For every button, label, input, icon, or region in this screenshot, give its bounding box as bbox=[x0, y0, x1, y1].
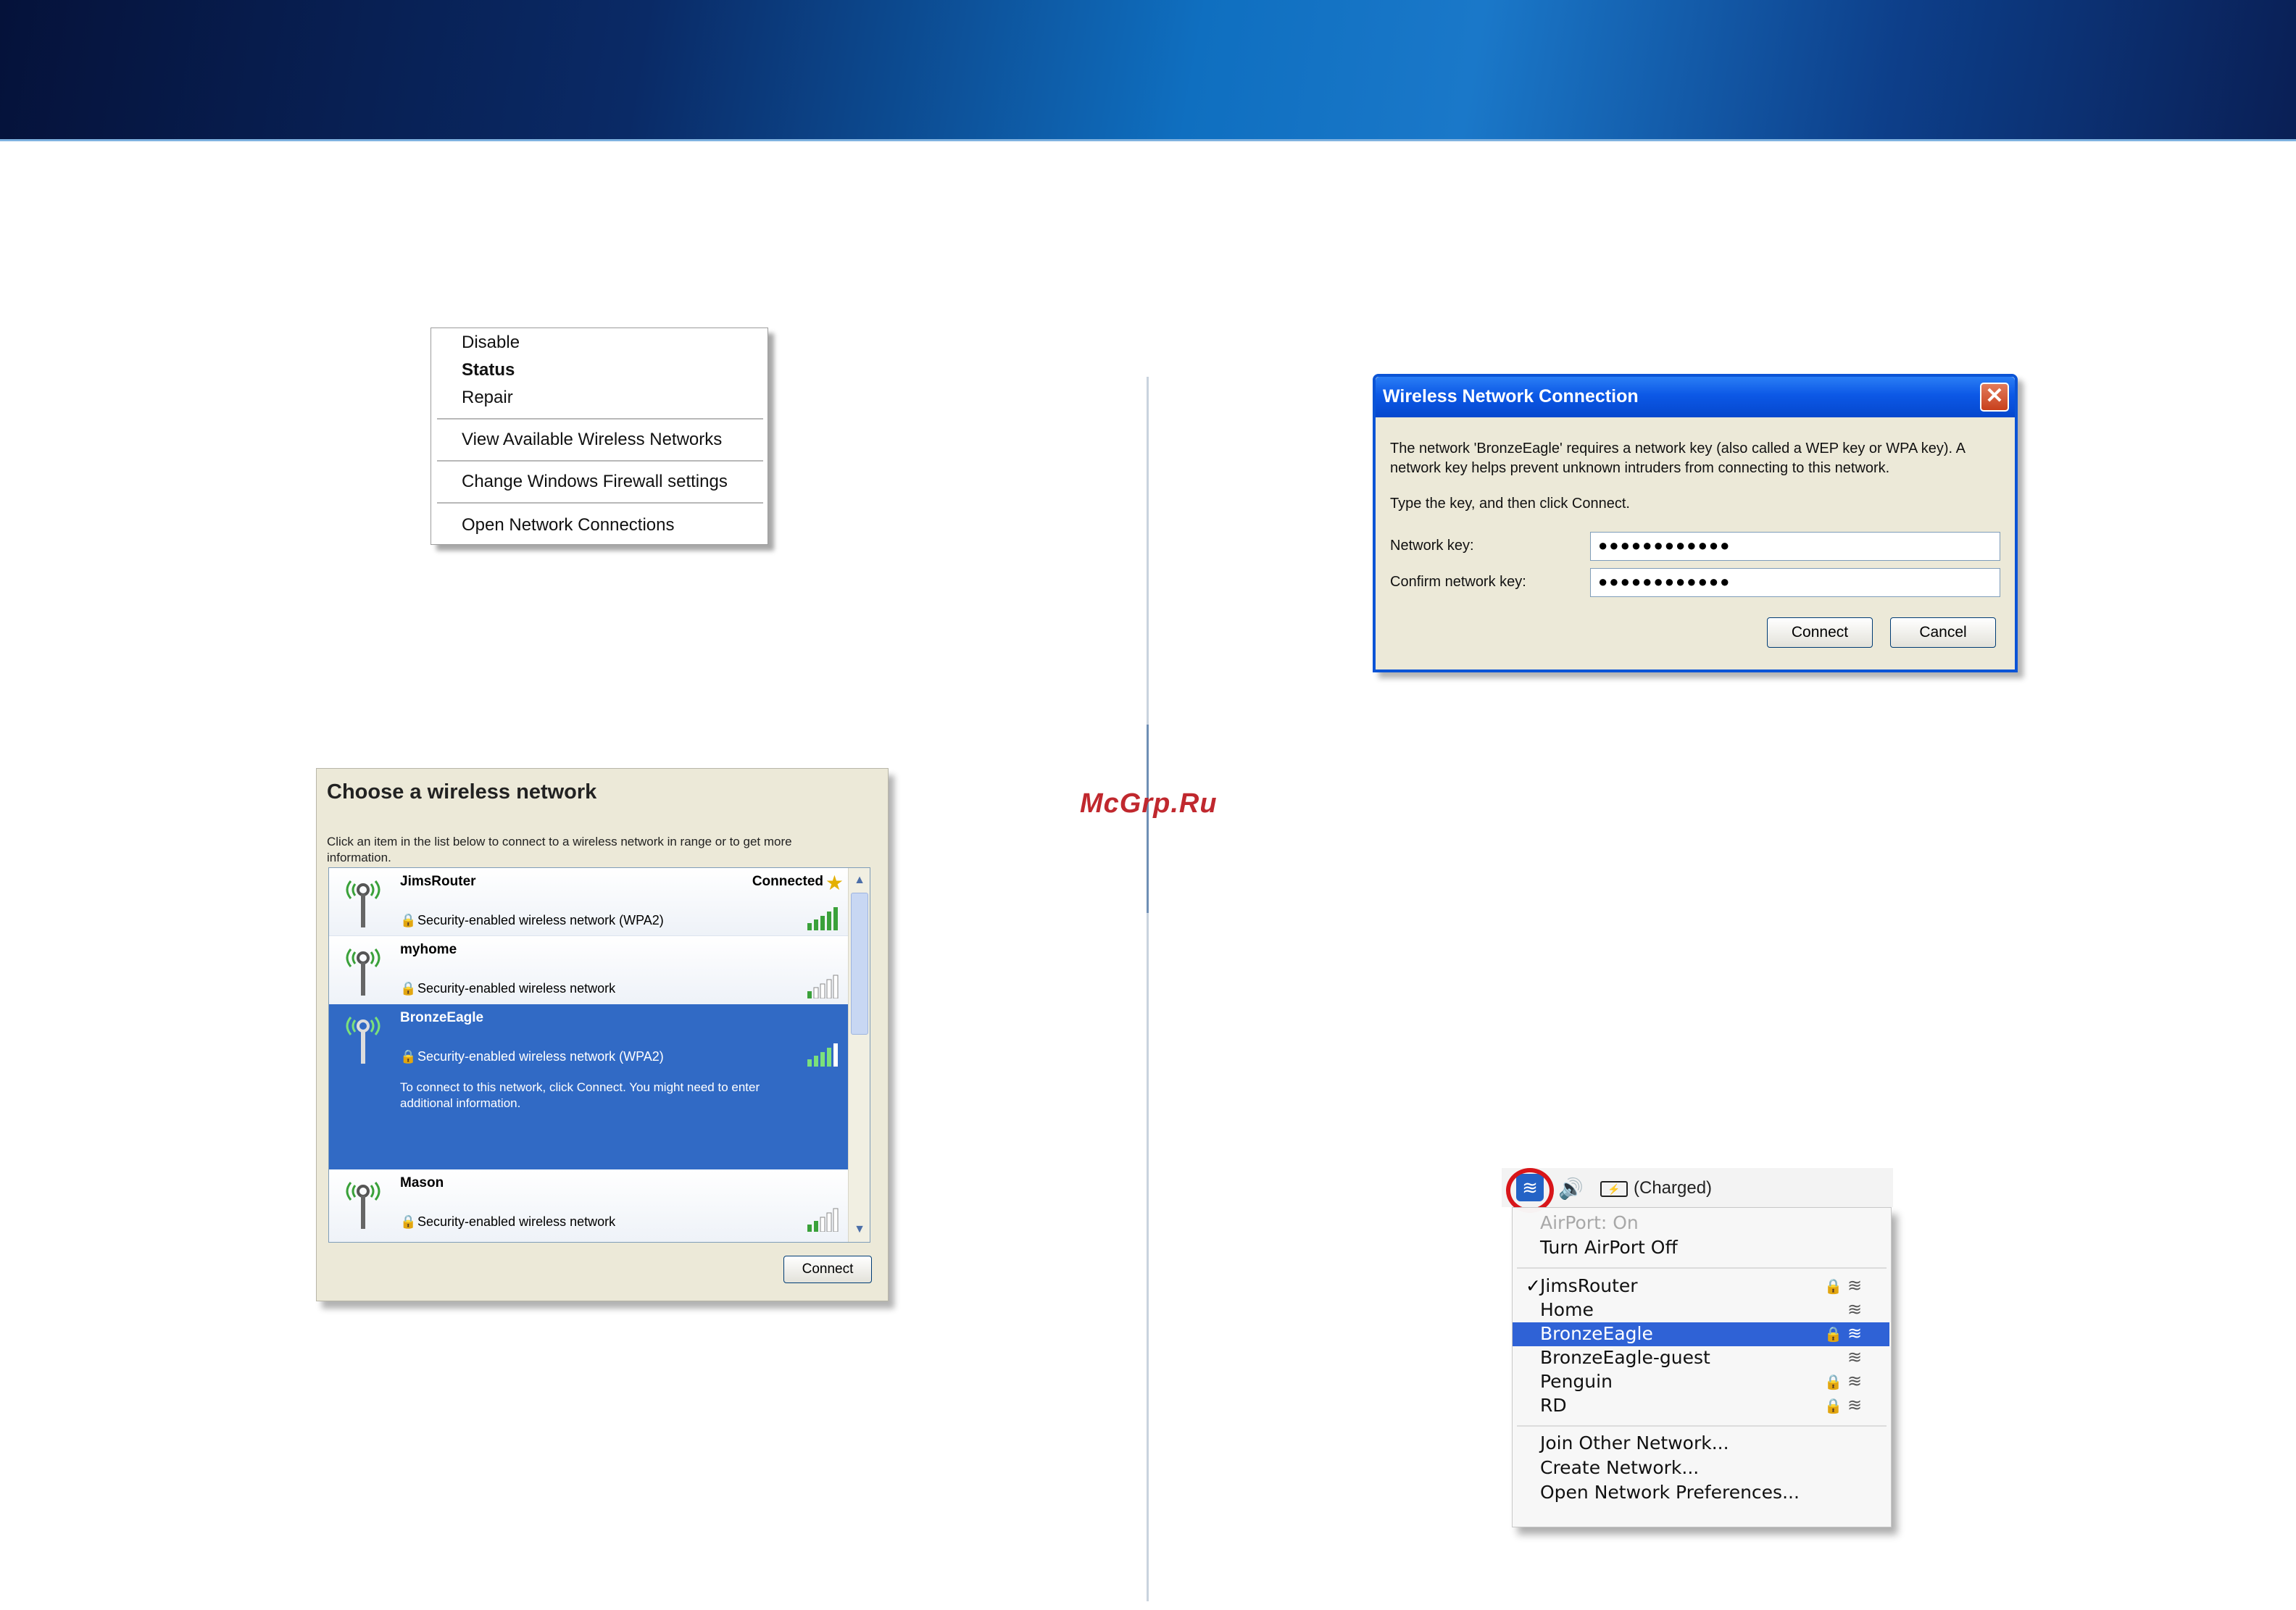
scroll-up-icon[interactable]: ▲ bbox=[852, 872, 868, 888]
network-name: Mason bbox=[400, 1175, 444, 1190]
network-item-bronzeeagle[interactable]: BronzeEagle 🔒Security-enabled wireless n… bbox=[329, 1004, 848, 1169]
network-key-label: Network key: bbox=[1390, 538, 1474, 554]
wifi-signal-icon: ≋ bbox=[1847, 1371, 1863, 1391]
airport-menu: AirPort: On Turn AirPort Off ✓ JimsRoute… bbox=[1512, 1207, 1892, 1527]
network-name: JimsRouter bbox=[1540, 1275, 1638, 1296]
watermark: McGrp.Ru bbox=[1080, 788, 1218, 819]
column-divider bbox=[1147, 377, 1149, 1601]
network-item-myhome[interactable]: myhome 🔒Security-enabled wireless networ… bbox=[329, 936, 848, 1004]
dialog-instruction: Type the key, and then click Connect. bbox=[1390, 496, 1630, 512]
signal-strength-icon bbox=[807, 907, 838, 930]
wifi-signal-icon: ≋ bbox=[1847, 1323, 1863, 1343]
join-other-network[interactable]: Join Other Network... bbox=[1540, 1432, 1729, 1453]
header-banner bbox=[0, 0, 2296, 141]
wireless-antenna-icon bbox=[346, 880, 380, 927]
signal-strength-icon bbox=[807, 1043, 838, 1067]
battery-icon[interactable]: ⚡ bbox=[1600, 1181, 1628, 1197]
menu-separator bbox=[1517, 1425, 1887, 1427]
menu-item-view-wireless[interactable]: View Available Wireless Networks bbox=[462, 430, 722, 450]
network-list: JimsRouter Connected ★ 🔒Security-enabled… bbox=[328, 867, 870, 1243]
dialog-message: The network 'BronzeEagle' requires a net… bbox=[1390, 441, 1965, 476]
lock-icon: 🔒 bbox=[400, 913, 417, 927]
network-name: Home bbox=[1540, 1299, 1594, 1320]
network-context-menu: Disable Status Repair View Available Wir… bbox=[430, 328, 768, 545]
network-name: BronzeEagle bbox=[400, 1010, 484, 1025]
turn-airport-off[interactable]: Turn AirPort Off bbox=[1540, 1237, 1678, 1258]
menu-item-disable[interactable]: Disable bbox=[462, 333, 520, 353]
mac-network-rd[interactable]: RD 🔒 ≋ bbox=[1513, 1394, 1889, 1418]
menu-separator bbox=[1517, 1267, 1887, 1269]
battery-status: (Charged) bbox=[1634, 1178, 1713, 1198]
lock-icon: 🔒 bbox=[400, 1049, 417, 1064]
menu-item-firewall[interactable]: Change Windows Firewall settings bbox=[462, 472, 728, 492]
window-title: Choose a wireless network bbox=[327, 780, 597, 804]
security-text: 🔒Security-enabled wireless network bbox=[400, 981, 616, 996]
airport-status: AirPort: On bbox=[1540, 1212, 1639, 1233]
network-name: BronzeEagle-guest bbox=[1540, 1347, 1710, 1368]
wifi-signal-icon: ≋ bbox=[1847, 1299, 1863, 1319]
security-text: 🔒Security-enabled wireless network bbox=[400, 1214, 616, 1229]
lock-icon: 🔒 bbox=[1824, 1277, 1842, 1295]
choose-network-window: Choose a wireless network Click an item … bbox=[316, 768, 889, 1301]
lock-icon: 🔒 bbox=[1824, 1373, 1842, 1390]
wireless-antenna-icon bbox=[346, 1017, 380, 1064]
wifi-signal-icon: ≋ bbox=[1847, 1275, 1863, 1296]
banner-divider bbox=[0, 139, 2296, 141]
menu-separator bbox=[437, 460, 763, 462]
connect-button[interactable]: Connect bbox=[1767, 617, 1873, 648]
network-connect-hint: To connect to this network, click Connec… bbox=[400, 1080, 760, 1110]
volume-icon[interactable]: 🔊 bbox=[1558, 1177, 1584, 1201]
mac-network-penguin[interactable]: Penguin 🔒 ≋ bbox=[1513, 1370, 1889, 1394]
menu-separator bbox=[437, 502, 763, 504]
menu-item-repair[interactable]: Repair bbox=[462, 388, 513, 408]
connect-button[interactable]: Connect bbox=[783, 1256, 872, 1283]
dialog-titlebar: Wireless Network Connection ✕ bbox=[1376, 377, 2015, 417]
wireless-antenna-icon bbox=[346, 948, 380, 996]
confirm-key-label: Confirm network key: bbox=[1390, 574, 1526, 590]
network-name: JimsRouter bbox=[400, 874, 476, 889]
security-text: 🔒Security-enabled wireless network (WPA2… bbox=[400, 1049, 664, 1064]
signal-strength-icon bbox=[807, 1208, 839, 1232]
mac-network-jimsrouter[interactable]: ✓ JimsRouter 🔒 ≋ bbox=[1513, 1275, 1889, 1298]
open-network-preferences[interactable]: Open Network Preferences... bbox=[1540, 1482, 1800, 1503]
lock-icon: 🔒 bbox=[1824, 1325, 1842, 1343]
mac-network-home[interactable]: Home ≋ bbox=[1513, 1298, 1889, 1322]
signal-strength-icon bbox=[807, 975, 839, 998]
check-icon: ✓ bbox=[1526, 1275, 1541, 1296]
scroll-thumb[interactable] bbox=[851, 893, 868, 1035]
wireless-key-dialog: Wireless Network Connection ✕ The networ… bbox=[1373, 374, 2018, 672]
menu-separator bbox=[437, 418, 763, 420]
star-icon: ★ bbox=[825, 872, 844, 894]
wifi-signal-icon: ≋ bbox=[1847, 1347, 1863, 1367]
network-name: Penguin bbox=[1540, 1371, 1613, 1392]
window-description: Click an item in the list below to conne… bbox=[327, 835, 792, 864]
menu-item-open-connections[interactable]: Open Network Connections bbox=[462, 515, 674, 535]
dialog-title: Wireless Network Connection bbox=[1383, 386, 1639, 406]
connection-status: Connected bbox=[752, 874, 823, 889]
create-network[interactable]: Create Network... bbox=[1540, 1457, 1699, 1478]
network-name: myhome bbox=[400, 942, 457, 957]
network-item-mason[interactable]: Mason 🔒Security-enabled wireless network bbox=[329, 1169, 848, 1242]
lock-icon: 🔒 bbox=[400, 981, 417, 996]
close-icon[interactable]: ✕ bbox=[1980, 383, 2009, 412]
confirm-key-field[interactable]: ●●●●●●●●●●●● bbox=[1590, 568, 2000, 597]
wifi-signal-icon: ≋ bbox=[1847, 1395, 1863, 1415]
mac-network-bronzeeagle[interactable]: BronzeEagle 🔒 ≋ bbox=[1513, 1322, 1889, 1346]
network-name: RD bbox=[1540, 1395, 1567, 1416]
network-name: BronzeEagle bbox=[1540, 1323, 1653, 1344]
menu-item-status[interactable]: Status bbox=[462, 360, 515, 380]
cancel-button[interactable]: Cancel bbox=[1890, 617, 1996, 648]
security-text: 🔒Security-enabled wireless network (WPA2… bbox=[400, 913, 664, 927]
wireless-antenna-icon bbox=[346, 1182, 380, 1229]
scroll-down-icon[interactable]: ▼ bbox=[852, 1222, 868, 1238]
highlight-circle bbox=[1506, 1168, 1554, 1213]
network-key-field[interactable]: ●●●●●●●●●●●● bbox=[1590, 532, 2000, 561]
lock-icon: 🔒 bbox=[1824, 1397, 1842, 1414]
network-item-jimsrouter[interactable]: JimsRouter Connected ★ 🔒Security-enabled… bbox=[329, 868, 848, 936]
lock-icon: 🔒 bbox=[400, 1214, 417, 1229]
list-scrollbar[interactable]: ▲ ▼ bbox=[848, 868, 870, 1242]
mac-network-bronzeeagle-guest[interactable]: BronzeEagle-guest ≋ bbox=[1513, 1346, 1889, 1370]
